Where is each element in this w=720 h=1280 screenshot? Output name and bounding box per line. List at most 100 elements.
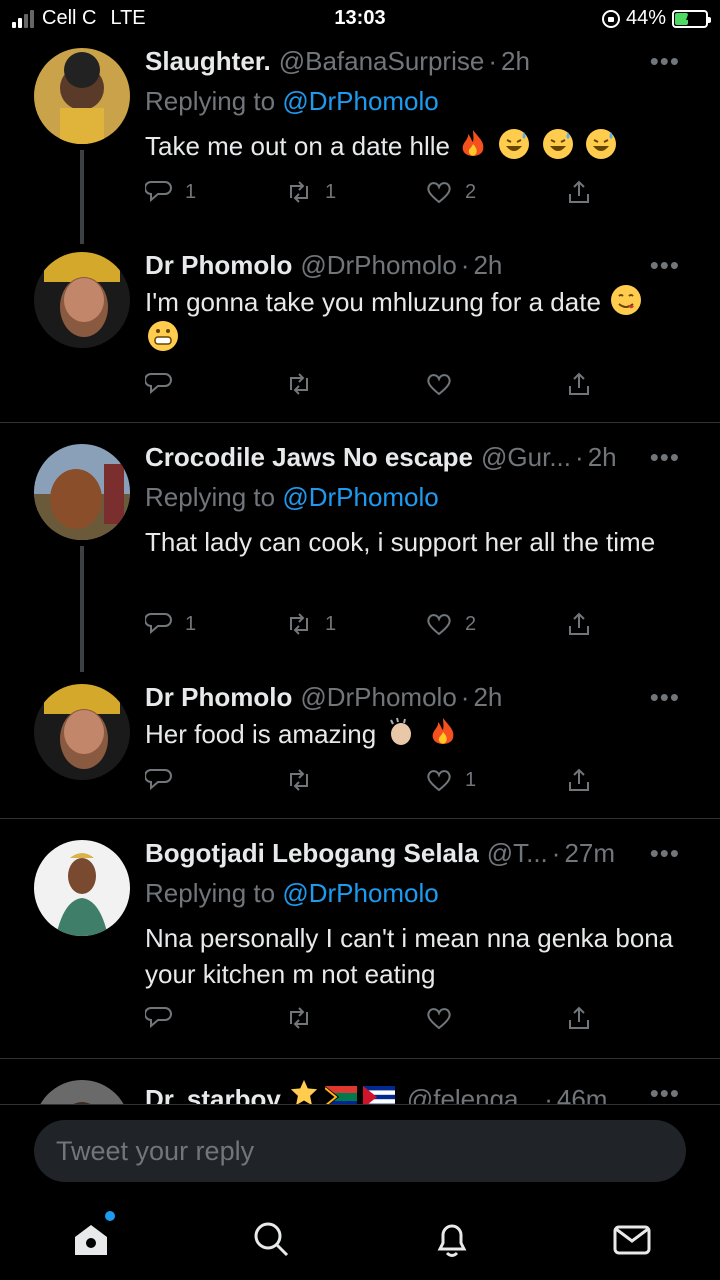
messages-tab[interactable] <box>612 1219 652 1259</box>
tweet-actions: 1 1 2 <box>145 178 605 212</box>
like-button[interactable] <box>425 1004 465 1032</box>
tweet-text: I'm gonna take you mhluzung for a date <box>145 284 680 356</box>
tweet[interactable]: Crocodile Jaws No escape @Gur... · 2h ••… <box>0 432 720 672</box>
avatar[interactable] <box>34 1080 130 1104</box>
reply-button[interactable] <box>145 1004 185 1032</box>
retweet-button[interactable]: 1 <box>285 610 336 638</box>
user-handle[interactable]: @felenga... <box>407 1084 540 1104</box>
user-handle[interactable]: @Gur... <box>481 442 571 473</box>
avatar[interactable] <box>34 444 130 540</box>
avatar[interactable] <box>34 840 130 936</box>
heart-icon <box>427 374 451 396</box>
share-button[interactable] <box>565 766 593 794</box>
status-bar: Cell C LTE 13:03 44% ϟ <box>0 0 720 36</box>
avatar[interactable] <box>34 684 130 780</box>
tweet-actions <box>145 370 605 404</box>
like-button[interactable] <box>425 370 465 398</box>
tweet-text-content: Her food is amazing <box>145 719 377 749</box>
tweet-text-content: Take me out on a date hlle <box>145 131 450 161</box>
user-handle[interactable]: @T... <box>487 838 548 869</box>
home-tab[interactable] <box>71 1211 115 1259</box>
home-icon <box>75 1225 107 1255</box>
tweet-reply-input[interactable]: Tweet your reply <box>34 1120 686 1182</box>
retweet-icon <box>290 1007 308 1029</box>
replying-to: Replying to @DrPhomolo <box>145 86 439 117</box>
separator: · <box>460 250 470 280</box>
more-icon[interactable]: ••• <box>650 46 680 77</box>
display-name[interactable]: Dr. starboy <box>145 1084 281 1104</box>
share-button[interactable] <box>565 1004 593 1032</box>
heart-icon <box>427 1008 451 1030</box>
more-icon[interactable]: ••• <box>650 682 680 713</box>
sweat-smile-emoji-icon <box>499 129 530 159</box>
tweet[interactable]: Dr. starboy @felenga... · 46m ••• <box>0 1068 720 1104</box>
reply-button[interactable] <box>145 370 185 398</box>
tweet-header: Bogotjadi Lebogang Selala @T... · 27m <box>145 838 690 869</box>
separator: · <box>460 682 470 712</box>
share-button[interactable] <box>565 370 593 398</box>
tweet[interactable]: Dr Phomolo @DrPhomolo · 2h ••• Her food … <box>0 682 720 818</box>
separator: · <box>551 838 561 868</box>
tweet[interactable]: Dr Phomolo @DrPhomolo · 2h ••• I'm gonna… <box>0 250 720 422</box>
thread-line <box>80 546 84 672</box>
more-icon[interactable]: ••• <box>650 1078 680 1104</box>
mention-link[interactable]: @DrPhomolo <box>282 482 438 512</box>
retweet-button[interactable] <box>285 1004 325 1032</box>
separator: · <box>488 46 497 76</box>
reply-icon <box>145 373 172 395</box>
star-emoji-icon <box>290 1079 317 1104</box>
tweet-header: Slaughter. @BafanaSurprise · 2h <box>145 46 690 77</box>
fire-emoji-icon <box>462 130 484 156</box>
more-icon[interactable]: ••• <box>650 442 680 473</box>
tweet-actions <box>145 1004 605 1038</box>
share-button[interactable] <box>565 178 593 206</box>
share-icon <box>569 1006 589 1029</box>
sweat-smile-emoji-icon <box>585 129 616 159</box>
grin-emoji-icon <box>148 321 178 351</box>
retweet-button[interactable] <box>285 370 325 398</box>
display-name[interactable]: Dr Phomolo <box>145 250 292 281</box>
orientation-lock-icon <box>601 9 620 28</box>
mention-link[interactable]: @DrPhomolo <box>282 878 438 908</box>
more-icon[interactable]: ••• <box>650 250 680 281</box>
replying-prefix: Replying to <box>145 878 276 908</box>
notification-dot <box>105 1211 115 1221</box>
notifications-tab[interactable] <box>432 1219 472 1259</box>
share-button[interactable] <box>565 610 593 638</box>
retweet-button[interactable] <box>285 766 325 794</box>
sweat-smile-emoji-icon <box>542 129 573 159</box>
retweet-button[interactable]: 1 <box>285 178 336 206</box>
tweet[interactable]: Slaughter. @BafanaSurprise · 2h ••• Repl… <box>0 36 720 250</box>
yum-emoji-icon <box>611 285 642 315</box>
user-handle[interactable]: @DrPhomolo <box>300 682 456 713</box>
retweet-icon <box>290 181 308 203</box>
retweet-count: 1 <box>325 180 337 203</box>
like-count: 1 <box>465 768 477 791</box>
more-icon[interactable]: ••• <box>650 838 680 869</box>
like-button[interactable]: 2 <box>425 178 476 206</box>
user-handle[interactable]: @DrPhomolo <box>300 250 456 281</box>
reply-count: 1 <box>185 612 197 635</box>
reply-button[interactable]: 1 <box>145 610 196 638</box>
avatar[interactable] <box>34 48 130 144</box>
display-name[interactable]: Bogotjadi Lebogang Selala <box>145 838 479 869</box>
display-name[interactable]: Crocodile Jaws No escape <box>145 442 473 473</box>
like-button[interactable]: 2 <box>425 610 476 638</box>
separator: · <box>575 442 584 472</box>
search-tab[interactable] <box>251 1219 291 1259</box>
divider <box>0 422 720 423</box>
heart-icon <box>427 182 451 204</box>
user-handle[interactable]: @BafanaSurprise <box>279 46 485 77</box>
display-name[interactable]: Dr Phomolo <box>145 682 292 713</box>
reply-button[interactable]: 1 <box>145 178 196 206</box>
reply-button[interactable] <box>145 766 185 794</box>
like-button[interactable]: 1 <box>425 766 476 794</box>
mention-link[interactable]: @DrPhomolo <box>282 86 438 116</box>
tweet-header: Crocodile Jaws No escape @Gur... · 2h <box>145 442 690 473</box>
tab-bar <box>0 1205 720 1275</box>
avatar[interactable] <box>34 252 130 348</box>
tweet-header: Dr. starboy @felenga... · 46m <box>145 1078 690 1104</box>
clap-emoji-icon <box>390 717 412 745</box>
tweet[interactable]: Bogotjadi Lebogang Selala @T... · 27m ••… <box>0 828 720 1058</box>
display-name[interactable]: Slaughter. <box>145 46 271 77</box>
